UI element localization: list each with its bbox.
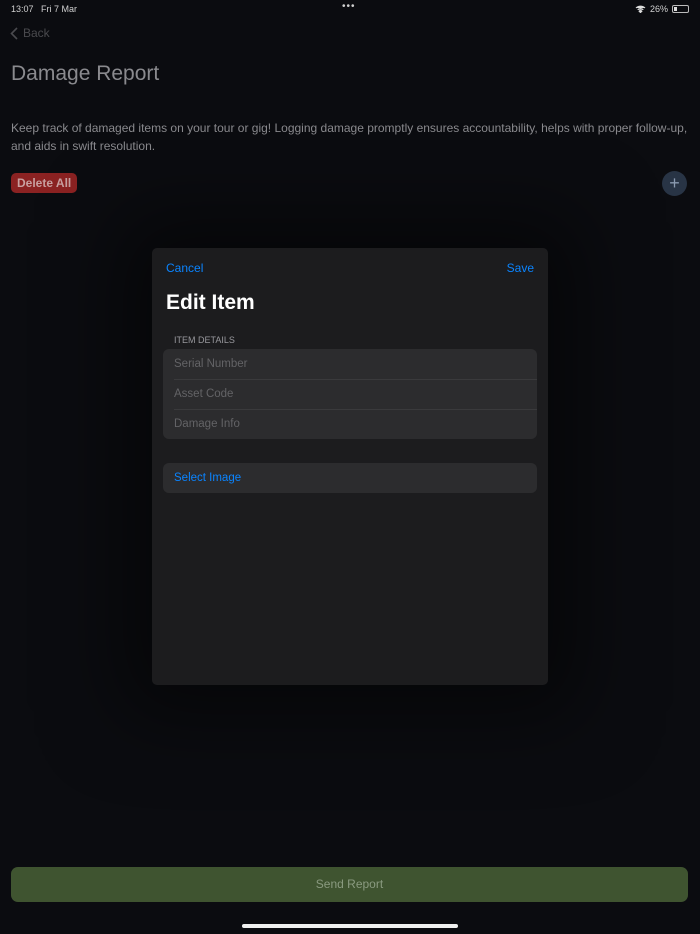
- page-title: Damage Report: [11, 62, 160, 85]
- status-time: 13:07 Fri 7 Mar: [11, 4, 78, 14]
- add-item-button[interactable]: +: [662, 171, 687, 196]
- item-details-group: Serial Number Asset Code Damage Info: [163, 349, 537, 439]
- status-bar: 13:07 Fri 7 Mar ••• 26%: [0, 0, 700, 18]
- plus-icon: +: [669, 173, 680, 193]
- back-button[interactable]: Back: [10, 26, 50, 40]
- battery-percent: 26%: [649, 4, 668, 14]
- edit-item-sheet: Cancel Save Edit Item ITEM DETAILS Seria…: [152, 248, 548, 685]
- chevron-left-icon: [10, 26, 18, 40]
- battery-icon: [672, 5, 689, 13]
- page-description: Keep track of damaged items on your tour…: [11, 121, 688, 153]
- send-report-button[interactable]: Send Report: [11, 867, 688, 902]
- section-header: ITEM DETAILS: [174, 335, 235, 345]
- wifi-icon: [635, 5, 646, 13]
- damage-info-field[interactable]: Damage Info: [163, 409, 537, 439]
- select-image-button[interactable]: Select Image: [163, 463, 537, 493]
- multitasking-dots-icon[interactable]: •••: [342, 1, 356, 12]
- delete-all-button[interactable]: Delete All: [11, 173, 78, 193]
- cancel-button[interactable]: Cancel: [166, 261, 203, 275]
- serial-number-field[interactable]: Serial Number: [163, 349, 537, 379]
- asset-code-field[interactable]: Asset Code: [163, 379, 537, 409]
- sheet-title: Edit Item: [166, 291, 255, 314]
- home-indicator[interactable]: [242, 924, 458, 928]
- save-button[interactable]: Save: [507, 261, 534, 275]
